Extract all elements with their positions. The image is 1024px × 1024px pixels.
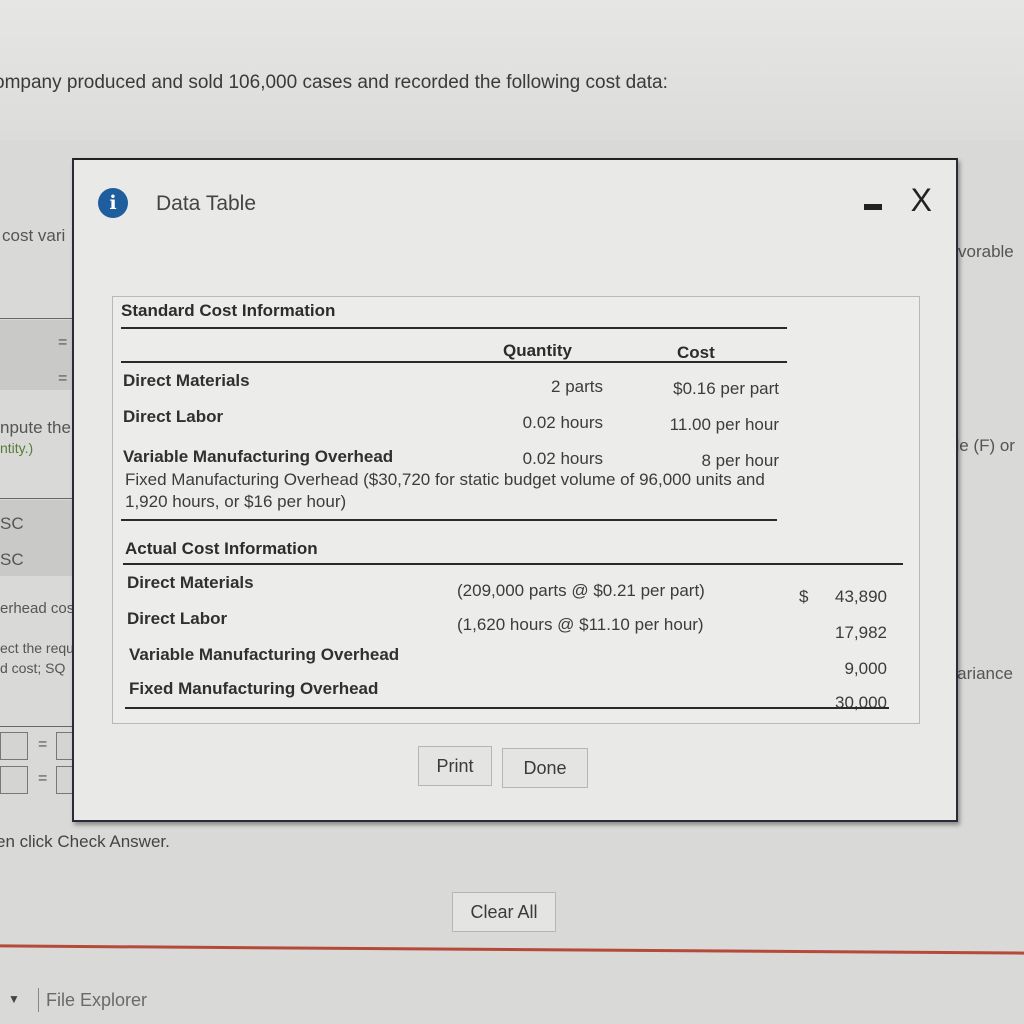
bg-fragment: SC <box>0 514 24 533</box>
bg-fragment: npute the <box>0 418 71 437</box>
bg-fragment: cost vari <box>2 226 66 245</box>
close-icon: X <box>910 182 932 218</box>
actual-row-amount: 17,982 <box>835 623 887 642</box>
equals-sign: = <box>58 370 68 387</box>
section-rule <box>121 519 777 521</box>
table-bottom-rule <box>125 707 889 709</box>
print-button[interactable]: Print <box>418 746 492 786</box>
fixed-overhead-note: Fixed Manufacturing Overhead ($30,720 fo… <box>125 470 765 511</box>
actual-row-amount: 30,000 <box>835 693 887 712</box>
minimize-button[interactable] <box>862 198 886 212</box>
std-row-quantity: 2 parts <box>551 377 603 396</box>
actual-row-label: Fixed Manufacturing Overhead <box>129 679 379 698</box>
std-row-label: Direct Materials <box>123 371 250 390</box>
std-row-quantity: 0.02 hours <box>522 449 603 468</box>
actual-row-label: Variable Manufacturing Overhead <box>129 645 400 664</box>
std-row-quantity: 0.02 hours <box>522 413 603 432</box>
standard-cost-title: Standard Cost Information <box>121 301 336 320</box>
data-table-dialog: i Data Table X Standard Cost Information… <box>72 158 958 822</box>
close-button[interactable]: X <box>911 182 932 219</box>
page-background <box>0 0 1024 140</box>
divider <box>0 498 80 499</box>
bg-input-panel <box>0 320 80 390</box>
currency-symbol: $ <box>799 587 809 606</box>
actual-row-label: Direct Labor <box>127 609 228 628</box>
done-button[interactable]: Done <box>502 748 588 788</box>
bg-fragment: ntity.) <box>0 440 34 456</box>
bg-fragment: ect the requ <box>0 640 74 656</box>
actual-cost-title: Actual Cost Information <box>125 539 318 558</box>
dialog-header: i Data Table X <box>74 160 956 240</box>
actual-row-detail: (209,000 parts @ $0.21 per part) <box>457 581 705 600</box>
equals-sign: = <box>58 334 68 351</box>
instruction-text: en click Check Answer. <box>0 832 170 851</box>
clear-all-button[interactable]: Clear All <box>452 892 556 932</box>
std-row-cost: $0.16 per part <box>673 379 779 398</box>
std-row-label: Variable Manufacturing Overhead <box>123 447 394 466</box>
std-row-label: Direct Labor <box>123 407 224 426</box>
section-rule <box>123 563 903 565</box>
std-row-cost: 8 per hour <box>701 451 780 470</box>
bg-fragment: d cost; SQ <box>0 660 66 676</box>
info-icon: i <box>98 188 128 218</box>
header-rule <box>121 361 787 363</box>
actual-row-amount: 43,890 <box>835 587 887 606</box>
quantity-header: Quantity <box>503 341 572 360</box>
std-row-cost: 11.00 per hour <box>669 415 779 434</box>
data-table: Standard Cost Information Quantity Cost … <box>112 296 920 724</box>
taskbar-file-explorer[interactable]: File Explorer <box>46 990 147 1011</box>
divider <box>0 318 80 319</box>
answer-input[interactable] <box>0 766 28 794</box>
actual-row-amount: 9,000 <box>844 659 887 678</box>
bg-fragment: vorable <box>958 242 1014 261</box>
dialog-title: Data Table <box>156 192 257 215</box>
problem-intro-text: ompany produced and sold 106,000 cases a… <box>0 72 668 93</box>
minimize-icon <box>864 204 882 210</box>
equals-sign: = <box>38 736 48 753</box>
dropdown-arrow-icon[interactable]: ▼ <box>8 992 20 1006</box>
timer-bar <box>0 944 1024 955</box>
section-rule <box>121 327 787 329</box>
bg-fragment: SC <box>0 550 24 569</box>
equals-sign: = <box>38 770 48 787</box>
actual-row-label: Direct Materials <box>127 573 254 592</box>
answer-input[interactable] <box>0 732 28 760</box>
actual-row-detail: (1,620 hours @ $11.10 per hour) <box>457 615 704 634</box>
cost-header: Cost <box>677 343 715 362</box>
divider <box>0 726 80 727</box>
bg-fragment: erhead cos <box>0 600 75 617</box>
taskbar-separator <box>38 988 39 1012</box>
